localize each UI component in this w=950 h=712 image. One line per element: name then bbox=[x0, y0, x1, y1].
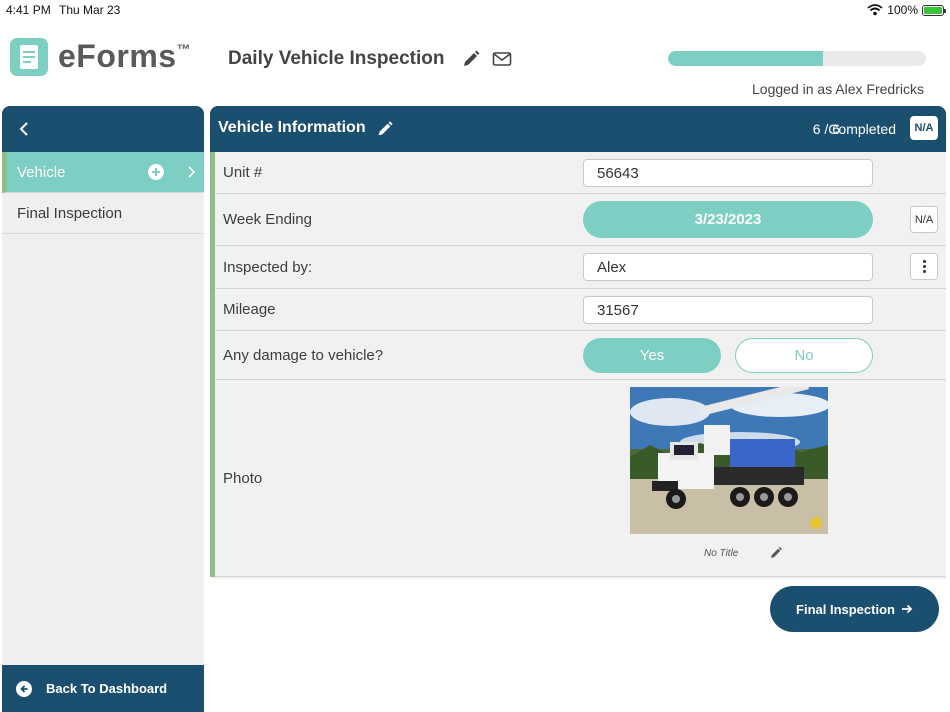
unit-input[interactable]: 56643 bbox=[583, 159, 873, 187]
week-ending-na-button[interactable]: N/A bbox=[910, 206, 938, 233]
mail-icon[interactable] bbox=[492, 49, 512, 69]
sidebar-item-vehicle[interactable]: Vehicle bbox=[2, 152, 204, 193]
week-ending-date-picker[interactable]: 3/23/2023 bbox=[583, 201, 873, 238]
status-indicators: 100% bbox=[867, 3, 946, 17]
section-header: Vehicle Information 6 / 6 Completed N/A bbox=[210, 106, 946, 152]
form-progress-bar bbox=[668, 51, 926, 66]
field-label: Inspected by: bbox=[223, 259, 313, 276]
logged-in-label: Logged in as Alex Fredricks bbox=[752, 81, 924, 97]
section-na-button[interactable]: N/A bbox=[910, 116, 938, 140]
section-sidebar: Vehicle Final Inspection Back To Dashboa… bbox=[2, 106, 204, 712]
status-date: Thu Mar 23 bbox=[59, 3, 121, 17]
sidebar-item-final-inspection[interactable]: Final Inspection bbox=[2, 193, 204, 234]
section-status: Completed bbox=[828, 121, 896, 137]
sidebar-item-label: Vehicle bbox=[17, 163, 66, 181]
arrow-right-icon bbox=[901, 604, 913, 614]
inspected-by-input[interactable]: Alex bbox=[583, 253, 873, 281]
field-row-mileage: Mileage 31567 bbox=[215, 289, 946, 331]
field-label: Week Ending bbox=[223, 211, 312, 228]
status-time: 4:41 PM bbox=[6, 3, 51, 17]
photo-caption: No Title bbox=[704, 548, 739, 559]
damage-yes-button[interactable]: Yes bbox=[583, 338, 721, 373]
damage-no-button[interactable]: No bbox=[735, 338, 873, 373]
wifi-icon bbox=[867, 4, 883, 16]
section-title: Vehicle Information bbox=[218, 119, 366, 136]
vehicle-information-section: Vehicle Information 6 / 6 Completed N/A … bbox=[210, 106, 946, 579]
field-label: Unit # bbox=[223, 164, 263, 181]
battery-icon bbox=[922, 4, 946, 16]
app-logo-text: eForms™ bbox=[58, 38, 192, 74]
next-section-label: Final Inspection bbox=[796, 601, 895, 617]
field-row-damage: Any damage to vehicle? Yes No bbox=[215, 331, 946, 380]
plus-circle-icon[interactable] bbox=[148, 164, 164, 180]
pencil-icon[interactable] bbox=[376, 120, 394, 138]
form-title: Daily Vehicle Inspection bbox=[228, 48, 445, 69]
mileage-input[interactable]: 31567 bbox=[583, 296, 873, 324]
pencil-icon[interactable] bbox=[769, 546, 783, 560]
edit-title-pencil-icon[interactable] bbox=[461, 49, 481, 69]
sidebar-header bbox=[2, 106, 204, 152]
eforms-logo-icon bbox=[10, 38, 48, 76]
back-to-dashboard-button[interactable]: Back To Dashboard bbox=[2, 665, 204, 712]
chevron-right-icon bbox=[188, 166, 196, 178]
arrow-left-circle-icon bbox=[16, 680, 32, 697]
field-label: Mileage bbox=[223, 301, 276, 318]
field-row-inspected-by: Inspected by: Alex bbox=[215, 246, 946, 289]
kebab-icon[interactable] bbox=[910, 253, 938, 280]
status-bar: 4:41 PM Thu Mar 23 100% bbox=[0, 0, 950, 20]
field-label: Any damage to vehicle? bbox=[223, 347, 384, 364]
battery-percent: 100% bbox=[887, 3, 918, 17]
chevron-left-icon[interactable] bbox=[16, 120, 32, 138]
back-to-dashboard-label: Back To Dashboard bbox=[46, 681, 168, 696]
field-row-week-ending: Week Ending 3/23/2023 N/A bbox=[215, 194, 946, 246]
field-row-unit: Unit # 56643 bbox=[215, 152, 946, 194]
vehicle-photo[interactable] bbox=[630, 387, 828, 534]
sidebar-item-label: Final Inspection bbox=[17, 204, 123, 222]
next-section-button[interactable]: Final Inspection bbox=[770, 586, 939, 632]
form-fields: Unit # 56643 Week Ending 3/23/2023 N/A I… bbox=[210, 152, 946, 577]
field-row-photo: Photo No Title bbox=[215, 380, 946, 577]
field-label: Photo bbox=[223, 470, 263, 487]
